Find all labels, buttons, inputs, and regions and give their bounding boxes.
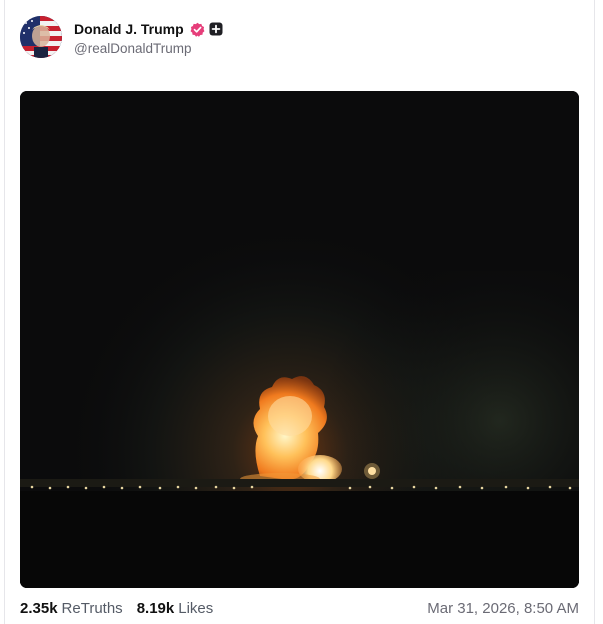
likes-label: Likes xyxy=(178,599,214,617)
plus-square-icon[interactable] xyxy=(209,22,223,36)
name-row: Donald J. Trump xyxy=(74,18,223,40)
flag-portrait-avatar-icon xyxy=(20,16,62,58)
post-card: Donald J. Trump @realDonaldTrump 2.35k R… xyxy=(4,0,595,624)
retruths-stat[interactable]: 2.35k ReTruths xyxy=(20,600,123,617)
likes-count: 8.19k xyxy=(136,599,175,617)
display-name[interactable]: Donald J. Trump xyxy=(74,21,184,37)
explosion-video-still xyxy=(20,91,579,588)
post-footer: 2.35k ReTruths 8.19k Likes Mar 31, 2026,… xyxy=(20,596,579,620)
author-names: Donald J. Trump @realDonaldTrump xyxy=(74,18,223,56)
author-handle[interactable]: @realDonaldTrump xyxy=(74,41,223,56)
verified-badge-icon xyxy=(190,22,205,37)
likes-stat[interactable]: 8.19k Likes xyxy=(137,600,214,617)
post-timestamp[interactable]: Mar 31, 2026, 8:50 AM xyxy=(427,600,579,617)
retruths-label: ReTruths xyxy=(61,599,123,617)
post-media[interactable] xyxy=(20,91,579,588)
retruths-count: 2.35k xyxy=(20,599,58,617)
avatar[interactable] xyxy=(20,16,62,58)
post-header: Donald J. Trump @realDonaldTrump xyxy=(20,16,223,58)
